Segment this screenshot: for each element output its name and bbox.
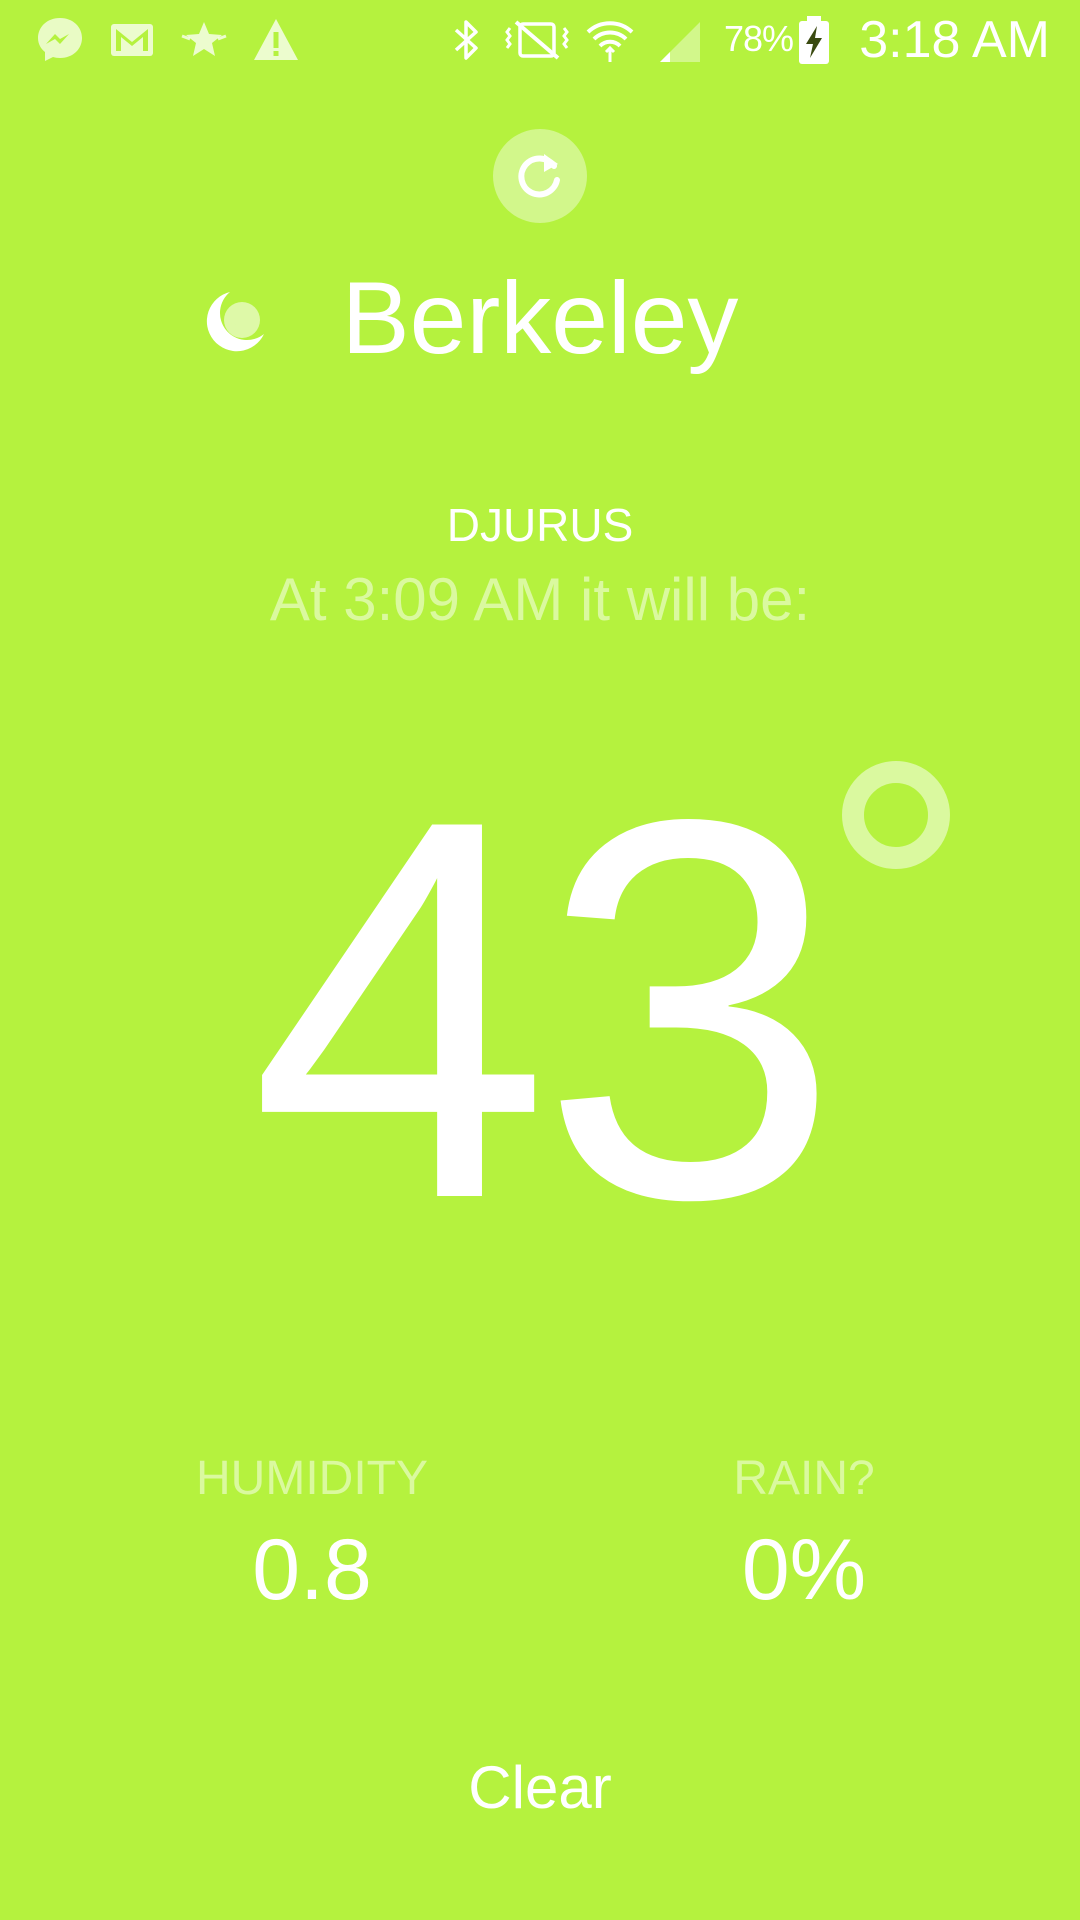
weather-screen: 78% 3:18 AM Berkeley DJURUS At 3:09 AM i…	[0, 0, 1080, 1920]
degree-symbol-icon	[842, 761, 950, 869]
wifi-icon	[584, 14, 636, 66]
forecast-caption: At 3:09 AM it will be:	[269, 566, 811, 633]
refresh-button[interactable]	[493, 129, 587, 223]
bluetooth-icon	[440, 14, 492, 66]
clock: 3:18 AM	[859, 11, 1050, 69]
signal-icon	[654, 14, 706, 66]
rain-value: 0%	[741, 1522, 867, 1618]
weather-summary: Clear	[468, 1754, 612, 1821]
city-name: Berkeley	[341, 261, 739, 375]
refresh-icon	[518, 154, 560, 198]
battery-percent: 78%	[724, 18, 794, 59]
star-icon	[178, 14, 230, 66]
warning-icon	[250, 14, 302, 66]
station-name: DJURUS	[446, 499, 634, 551]
status-bar: 78% 3:18 AM	[0, 0, 1080, 80]
messenger-icon	[34, 14, 86, 66]
vibrate-icon	[504, 14, 570, 66]
gmail-icon	[106, 14, 158, 66]
battery-charging-icon	[796, 14, 832, 66]
humidity-value: 0.8	[252, 1522, 372, 1618]
rain-label: RAIN?	[733, 1452, 875, 1505]
humidity-label: HUMIDITY	[196, 1452, 428, 1505]
